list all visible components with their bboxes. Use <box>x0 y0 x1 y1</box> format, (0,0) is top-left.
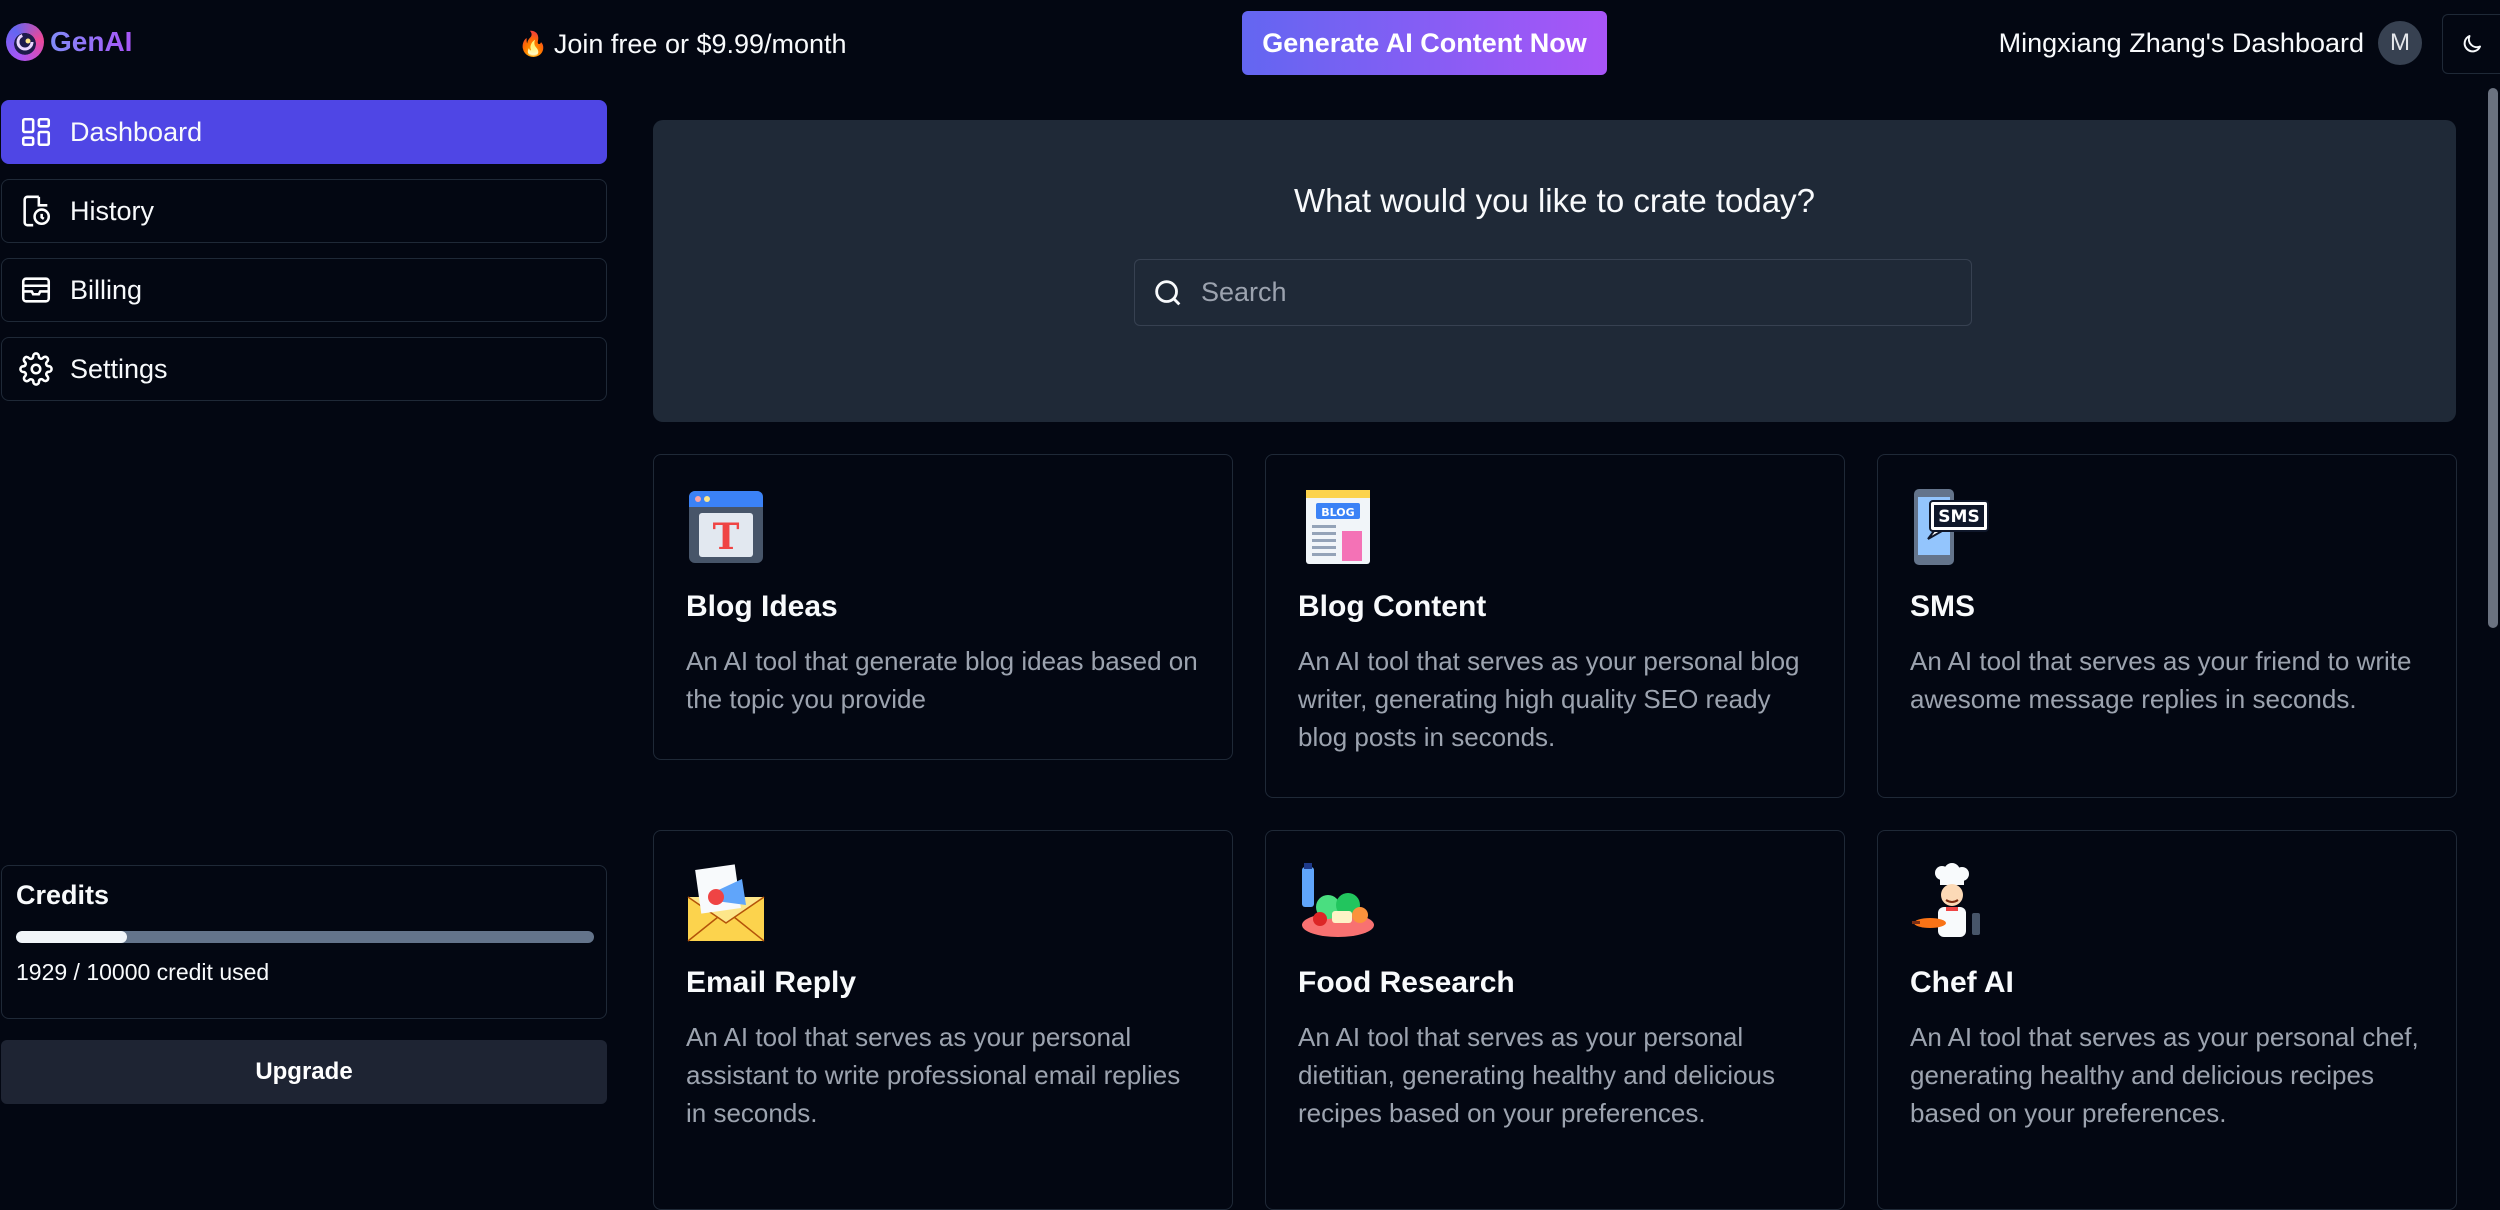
card-title: Chef AI <box>1910 966 2014 999</box>
billing-icon <box>18 272 54 308</box>
sidebar-item-label: Settings <box>70 353 168 384</box>
search-box[interactable] <box>1134 259 1972 326</box>
template-card-blog-content[interactable]: BLOG Blog Content An AI tool that serves… <box>1265 454 1845 798</box>
flame-icon: 🔥 <box>518 30 548 58</box>
template-card-chef-ai[interactable]: Chef AI An AI tool that serves as your p… <box>1877 830 2457 1210</box>
card-description: An AI tool that serves as your personal … <box>686 1022 1181 1128</box>
card-title: Blog Ideas <box>686 590 838 623</box>
chef-icon <box>1912 863 1980 937</box>
sidebar-item-settings[interactable]: Settings <box>1 337 607 401</box>
pricing-promo: 🔥 Join free or $9.99/month <box>518 24 847 64</box>
template-card-blog-ideas[interactable]: T Blog Ideas An AI tool that generate bl… <box>653 454 1233 760</box>
page-scrollbar[interactable] <box>2488 88 2498 628</box>
sidebar: Dashboard History Billing Settings Credi… <box>0 100 608 1166</box>
promo-text: Join free or $9.99/month <box>553 28 847 59</box>
food-research-icon <box>1302 863 1374 937</box>
credits-progress-bar <box>16 931 594 943</box>
sidebar-item-dashboard[interactable]: Dashboard <box>1 100 607 164</box>
sidebar-item-history[interactable]: History <box>1 179 607 243</box>
search-icon <box>1155 279 1181 305</box>
card-title: Email Reply <box>686 966 857 999</box>
email-reply-icon <box>687 864 765 942</box>
credits-panel: Credits 1929 / 10000 credit used <box>1 865 607 1019</box>
card-description: An AI tool that serves as your personal … <box>1298 646 1800 752</box>
brand-name: GenAI <box>50 26 133 57</box>
settings-icon <box>18 351 54 387</box>
dashboard-icon <box>18 114 54 150</box>
search-hero: What would you like to crate today? <box>653 120 2456 422</box>
top-bar: GenAI 🔥 Join free or $9.99/month Generat… <box>0 0 2500 86</box>
card-title: Blog Content <box>1298 590 1487 623</box>
sidebar-item-label: History <box>70 195 155 226</box>
card-description: An AI tool that serves as your personal … <box>1298 1022 1776 1128</box>
blog-content-icon-label: BLOG <box>1321 506 1354 519</box>
generate-content-button[interactable]: Generate AI Content Now <box>1242 11 1607 75</box>
template-card-email-reply[interactable]: Email Reply An AI tool that serves as yo… <box>653 830 1233 1210</box>
sidebar-item-label: Dashboard <box>70 116 203 147</box>
history-icon <box>18 193 54 229</box>
sidebar-item-billing[interactable]: Billing <box>1 258 607 322</box>
card-title: Food Research <box>1298 966 1515 999</box>
card-title: SMS <box>1910 590 1976 623</box>
user-menu[interactable]: Mingxiang Zhang's Dashboard M <box>1999 20 2422 66</box>
blog-ideas-icon: T <box>689 491 763 563</box>
brand[interactable]: GenAI <box>6 22 132 62</box>
credits-progress-fill <box>16 931 128 943</box>
sms-icon: SMS <box>1914 489 1989 565</box>
upgrade-button[interactable]: Upgrade <box>1 1040 607 1104</box>
sidebar-item-label: Billing <box>70 274 143 305</box>
card-description: An AI tool that generate blog ideas base… <box>686 646 1198 714</box>
template-card-sms[interactable]: SMS SMS An AI tool that serves as your f… <box>1877 454 2457 798</box>
blog-content-icon: BLOG <box>1306 490 1370 564</box>
credits-title: Credits <box>16 880 110 910</box>
card-description: An AI tool that serves as your personal … <box>1910 1022 2419 1128</box>
search-input[interactable] <box>1199 276 1959 309</box>
card-description: An AI tool that serves as your friend to… <box>1910 646 2412 714</box>
template-card-food-research[interactable]: Food Research An AI tool that serves as … <box>1265 830 1845 1210</box>
sms-icon-label: SMS <box>1938 507 1979 527</box>
moon-icon <box>2463 35 2481 53</box>
avatar[interactable]: M <box>2378 21 2422 65</box>
dashboard-owner-title: Mingxiang Zhang's Dashboard <box>1998 27 2364 58</box>
genai-logo-icon <box>6 23 44 61</box>
credits-usage-text: 1929 / 10000 credit used <box>16 959 270 985</box>
hero-title: What would you like to crate today? <box>1294 182 1815 219</box>
blog-ideas-icon-letter: T <box>713 516 740 558</box>
theme-toggle-button[interactable] <box>2442 14 2500 74</box>
